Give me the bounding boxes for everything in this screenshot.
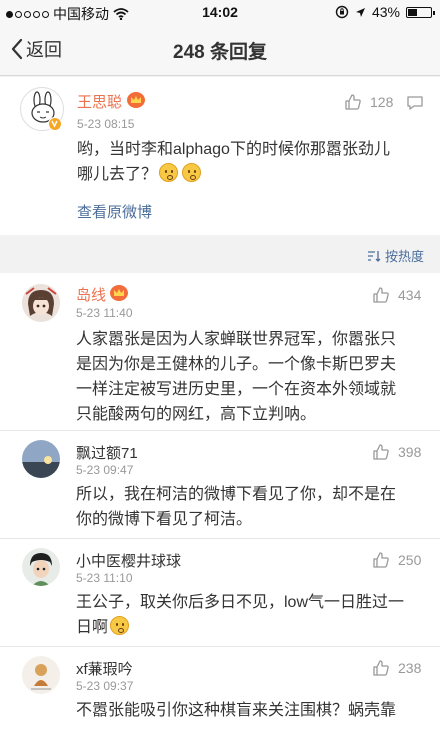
comment-line: 你的微博下看见了柯洁。 <box>76 511 253 528</box>
thumbs-up-icon <box>345 94 361 110</box>
comment-line: 所以，我在柯洁的微博下看见了你，却不是在 <box>76 486 397 503</box>
sort-label: 按热度 <box>384 249 424 264</box>
status-bar: 中国移动 14:02 43% <box>0 0 440 24</box>
like-count: 128 <box>370 94 394 110</box>
comment-time: 5-23 08:15 <box>77 117 135 131</box>
like-count: 250 <box>398 552 422 568</box>
sort-icon <box>367 250 381 262</box>
avatar[interactable] <box>22 440 60 478</box>
comment-line: 人家嚣张是因为人家蝉联世界冠军，你嚣张只 <box>76 331 397 348</box>
comment-time: 5-23 11:10 <box>76 571 133 585</box>
like-count: 398 <box>398 444 422 460</box>
comment-line: 不嚣张能吸引你这种棋盲来关注围棋？蜗壳靠 <box>76 702 397 719</box>
reply-item: 飘过额71 5-23 09:47 398 所以，我在柯洁的微博下看见了你，却不是… <box>0 431 440 538</box>
vip-crown-icon <box>127 92 145 108</box>
comment-time: 5-23 11:40 <box>76 306 133 320</box>
sort-by-hot-button[interactable]: 按热度 <box>367 246 424 265</box>
like-button[interactable]: 398 <box>372 443 421 461</box>
reply-item: 岛线 5-23 11:40 434 人家嚣张是因为人家蝉联世界冠军，你嚣张只 是… <box>0 273 440 430</box>
confused-face-emoji-icon <box>159 163 179 182</box>
verified-badge <box>48 117 62 131</box>
avatar[interactable] <box>22 548 60 586</box>
thumbs-up-icon <box>373 660 389 676</box>
status-right: 43% <box>335 4 435 20</box>
like-count: 434 <box>398 287 422 303</box>
comment-line: 只能酸两句的网红，高下立判呐。 <box>76 406 317 423</box>
comment-line: 王公子，取关你后多日不见，low气一日胜过一 <box>76 594 405 611</box>
comment-body: 人家嚣张是因为人家蝉联世界冠军，你嚣张只 是因为你是王健林的儿子。一个像卡斯巴罗… <box>76 327 426 427</box>
comment-line: 是因为你是王健林的儿子。一个像卡斯巴罗夫 <box>76 356 397 373</box>
reply-item: xf蒹瑕吟 5-23 09:37 238 不嚣张能吸引你这种棋盲来关注围棋？蜗壳… <box>0 647 440 747</box>
battery-icon <box>406 6 435 18</box>
nav-bar: 返回 248 条回复 <box>0 24 440 76</box>
thumbs-up-icon <box>373 444 389 460</box>
original-comment: 王思聪 5-23 08:15 128 哟，当时李和alphago下的时候你那嚣张… <box>0 77 440 235</box>
vip-crown-icon <box>110 285 128 301</box>
thumbs-up-icon <box>373 287 389 303</box>
avatar[interactable] <box>22 656 60 694</box>
like-button[interactable]: 434 <box>372 286 421 304</box>
battery-percent: 43% <box>371 4 400 20</box>
author-name[interactable]: xf蒹瑕吟 <box>76 658 133 679</box>
like-button[interactable]: 238 <box>372 659 421 677</box>
author-name[interactable]: 岛线 <box>76 284 106 305</box>
comment-line: 一样注定被写进历史里，一个在资本外领域就 <box>76 381 397 398</box>
reply-item: 小中医樱井球球 5-23 11:10 250 王公子，取关你后多日不见，low气… <box>0 539 440 646</box>
author-name[interactable]: 飘过额71 <box>76 442 138 463</box>
page-title: 248 条回复 <box>173 42 267 63</box>
view-original-link[interactable]: 查看原微博 <box>77 201 152 222</box>
like-button[interactable]: 250 <box>372 551 421 569</box>
rotation-lock-icon <box>335 5 349 19</box>
reply-icon[interactable] <box>406 95 424 111</box>
comment-body: 王公子，取关你后多日不见，low气一日胜过一 日啊 <box>76 590 426 640</box>
comment-time: 5-23 09:37 <box>76 679 134 693</box>
comment-line-2: 日啊 <box>76 615 426 640</box>
comment-time: 5-23 09:47 <box>76 463 134 477</box>
comment-body: 哟，当时李和alphago下的时候你那嚣张劲儿 哪儿去了？ <box>77 137 427 187</box>
comment-body: 所以，我在柯洁的微博下看见了你，却不是在 你的微博下看见了柯洁。 <box>76 482 426 532</box>
avatar[interactable] <box>22 284 60 322</box>
sort-bar: 按热度 <box>0 235 440 273</box>
thumbs-up-icon <box>373 552 389 568</box>
author-name[interactable]: 王思聪 <box>77 91 122 112</box>
comment-line: 哟，当时李和alphago下的时候你那嚣张劲儿 <box>77 141 390 158</box>
location-icon <box>355 7 365 17</box>
author-name[interactable]: 小中医樱井球球 <box>76 550 181 571</box>
grin-emoji-icon <box>110 616 130 635</box>
confused-face-emoji-icon <box>182 163 202 182</box>
like-button[interactable]: 128 <box>344 93 393 111</box>
like-count: 238 <box>398 660 422 676</box>
comment-line-2: 哪儿去了？ <box>77 162 427 187</box>
comment-body: 不嚣张能吸引你这种棋盲来关注围棋？蜗壳靠 <box>76 698 426 723</box>
